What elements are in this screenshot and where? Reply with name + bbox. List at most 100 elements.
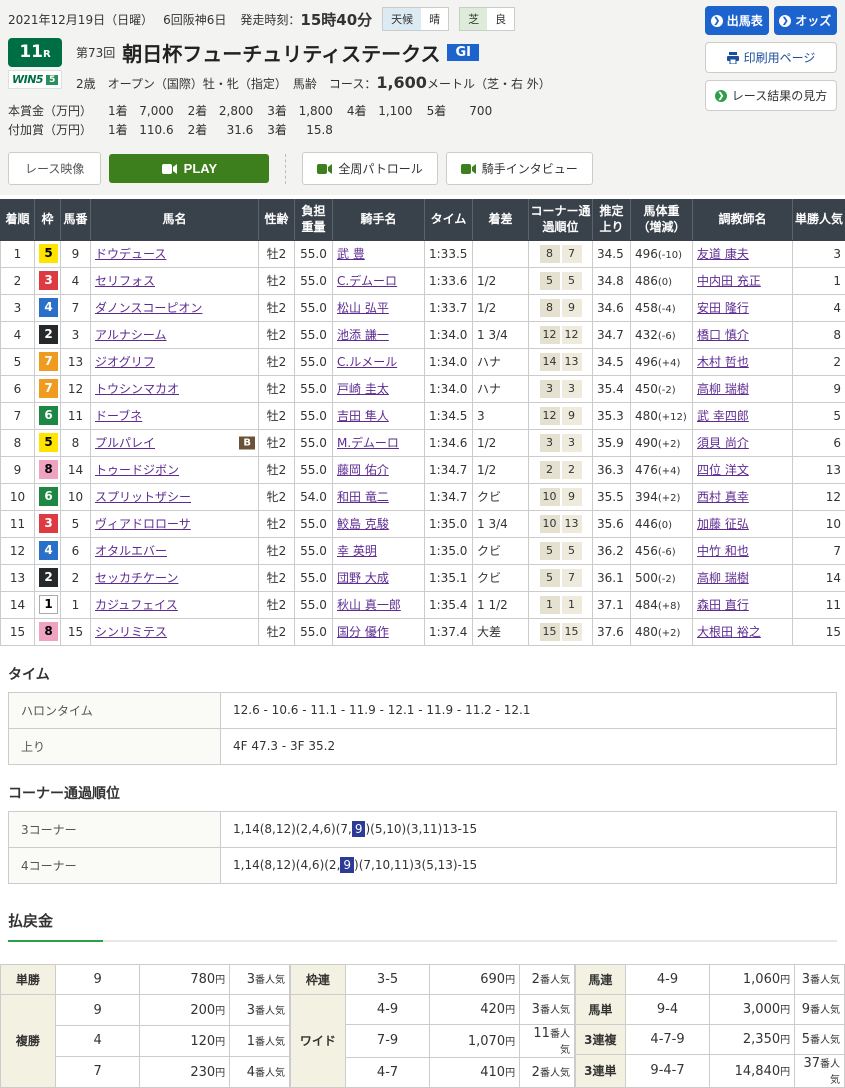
col-carried-weight: 負担重量 xyxy=(295,200,333,240)
jockey-cell: 鮫島 克駿 xyxy=(333,510,425,537)
win5-badge: WIN5 5 xyxy=(8,70,62,89)
body-weight-diff: (-6) xyxy=(658,547,676,558)
odds-button[interactable]: ❯ オッズ xyxy=(774,6,838,35)
trainer-link[interactable]: 木村 哲也 xyxy=(697,355,749,369)
body-weight: 480 xyxy=(635,409,658,423)
jockey-link[interactable]: 池添 謙一 xyxy=(337,328,389,342)
horse-number: 15 xyxy=(61,618,91,645)
sex-age: 牡2 xyxy=(259,564,295,591)
body-weight: 486 xyxy=(635,274,658,288)
print-page-button[interactable]: 印刷用ページ xyxy=(705,42,837,73)
trainer-link[interactable]: 加藤 征弘 xyxy=(697,517,749,531)
jockey-link[interactable]: 国分 優作 xyxy=(337,625,389,639)
trainer-link[interactable]: 西村 真幸 xyxy=(697,490,749,504)
trainer-link[interactable]: 大根田 裕之 xyxy=(697,625,761,639)
horse-name-link[interactable]: ヴィアドロローサ xyxy=(95,517,191,531)
entry-table-button[interactable]: ❯ 出馬表 xyxy=(705,6,769,35)
trainer-link[interactable]: 森田 直行 xyxy=(697,598,749,612)
horse-name-link[interactable]: スプリットザシー xyxy=(95,490,191,504)
trainer-link[interactable]: 須貝 尚介 xyxy=(697,436,749,450)
horse-name-link[interactable]: トウシンマカオ xyxy=(95,382,179,396)
win-favorite: 12 xyxy=(793,483,845,510)
horse-name-link[interactable]: セッカチケーン xyxy=(95,571,178,585)
popularity-cell: 3番人気 xyxy=(230,964,290,995)
trainer-link[interactable]: 橋口 慎介 xyxy=(697,328,749,342)
finish-position: 1 xyxy=(1,240,35,267)
horse-name-cell: トゥードジボン xyxy=(91,456,259,483)
furlong-time-value: 12.6 - 10.6 - 11.1 - 11.9 - 12.1 - 11.9 … xyxy=(221,692,837,728)
horse-name-link[interactable]: ジオグリフ xyxy=(95,355,155,369)
horse-name-cell: シンリミテス xyxy=(91,618,259,645)
jockey-link[interactable]: 和田 竜二 xyxy=(337,490,389,504)
bet-combination: 9-4 xyxy=(625,994,710,1024)
trainer-link[interactable]: 高柳 瑞樹 xyxy=(697,571,749,585)
jockey-link[interactable]: 秋山 真一郎 xyxy=(337,598,401,612)
jockey-cell: 武 豊 xyxy=(333,240,425,267)
horse-name-link[interactable]: トゥードジボン xyxy=(95,463,179,477)
race-video-button[interactable]: レース映像 xyxy=(8,152,101,185)
carried-weight: 55.0 xyxy=(295,294,333,321)
jockey-link[interactable]: 吉田 隼人 xyxy=(337,409,389,423)
trainer-link[interactable]: 中竹 和也 xyxy=(697,544,749,558)
jockey-interview-button[interactable]: 騎手インタビュー xyxy=(446,152,593,185)
jockey-link[interactable]: 幸 英明 xyxy=(337,544,377,558)
horse-name-link[interactable]: ドーブネ xyxy=(95,409,142,423)
last-3f-time: 35.6 xyxy=(593,510,631,537)
sex-age: 牡2 xyxy=(259,348,295,375)
win5-logo: WIN5 xyxy=(12,73,43,86)
corner3-order: 8 xyxy=(540,299,560,317)
trainer-link[interactable]: 安田 隆行 xyxy=(697,301,749,315)
trainer-link[interactable]: 中内田 充正 xyxy=(697,274,761,288)
jockey-link[interactable]: 藤岡 佑介 xyxy=(337,463,389,477)
win-favorite: 11 xyxy=(793,591,845,618)
horse-name-cell: ヴィアドロローサ xyxy=(91,510,259,537)
trainer-link[interactable]: 四位 洋文 xyxy=(697,463,749,477)
frame-badge: 7 xyxy=(39,379,58,398)
frame-cell: 7 xyxy=(35,348,61,375)
trainer-link[interactable]: 友道 康夫 xyxy=(697,247,749,261)
frame-badge: 6 xyxy=(39,406,58,425)
horse-name-link[interactable]: ダノンスコーピオン xyxy=(95,301,202,315)
margin: 3 xyxy=(473,402,529,429)
horse-name-link[interactable]: カジュフェイス xyxy=(95,598,178,612)
horse-number: 10 xyxy=(61,483,91,510)
finish-time: 1:35.0 xyxy=(425,510,473,537)
col-time: タイム xyxy=(425,200,473,240)
corner-order-cell: 1413 xyxy=(529,348,593,375)
trainer-link[interactable]: 武 幸四郎 xyxy=(697,409,749,423)
time-section-heading: タイム xyxy=(8,664,837,684)
horse-name-link[interactable]: オタルエバー xyxy=(95,544,167,558)
horse-name-link[interactable]: ドウデュース xyxy=(95,247,166,261)
frame-cell: 7 xyxy=(35,375,61,402)
trainer-cell: 高柳 瑞樹 xyxy=(693,564,793,591)
finish-position: 14 xyxy=(1,591,35,618)
jockey-link[interactable]: 鮫島 克駿 xyxy=(337,517,389,531)
play-button[interactable]: PLAY xyxy=(109,154,269,183)
jockey-link[interactable]: C.ルメール xyxy=(337,355,397,369)
frame-cell: 8 xyxy=(35,618,61,645)
trainer-cell: 安田 隆行 xyxy=(693,294,793,321)
trainer-link[interactable]: 高柳 瑞樹 xyxy=(697,382,749,396)
jockey-link[interactable]: 武 豊 xyxy=(337,247,365,261)
payout-row: 単勝 9 780円 3番人気 xyxy=(1,964,290,995)
horse-name-link[interactable]: シンリミテス xyxy=(95,625,167,639)
jockey-link[interactable]: 松山 弘平 xyxy=(337,301,389,315)
jockey-link[interactable]: 団野 大成 xyxy=(337,571,389,585)
winner-highlight: 9 xyxy=(352,821,366,837)
corner-order-cell: 89 xyxy=(529,294,593,321)
win-favorite: 13 xyxy=(793,456,845,483)
col-trainer: 調教師名 xyxy=(693,200,793,240)
jockey-link[interactable]: 戸崎 圭太 xyxy=(337,382,389,396)
horse-name-link[interactable]: アルナシーム xyxy=(95,328,167,342)
finish-position: 13 xyxy=(1,564,35,591)
last-up-label: 上り xyxy=(9,728,221,764)
payout-amount-cell: 420円 xyxy=(430,994,520,1024)
last-3f-time: 35.3 xyxy=(593,402,631,429)
jockey-link[interactable]: M.デムーロ xyxy=(337,436,399,450)
patrol-video-button[interactable]: 全周パトロール xyxy=(302,152,437,185)
results-guide-button[interactable]: ❯ レース結果の見方 xyxy=(705,80,837,111)
jockey-link[interactable]: C.デムーロ xyxy=(337,274,397,288)
horse-name-link[interactable]: セリフォス xyxy=(95,274,155,288)
horse-name-link[interactable]: プルパレイ xyxy=(95,436,155,450)
corner-order-cell: 33 xyxy=(529,429,593,456)
